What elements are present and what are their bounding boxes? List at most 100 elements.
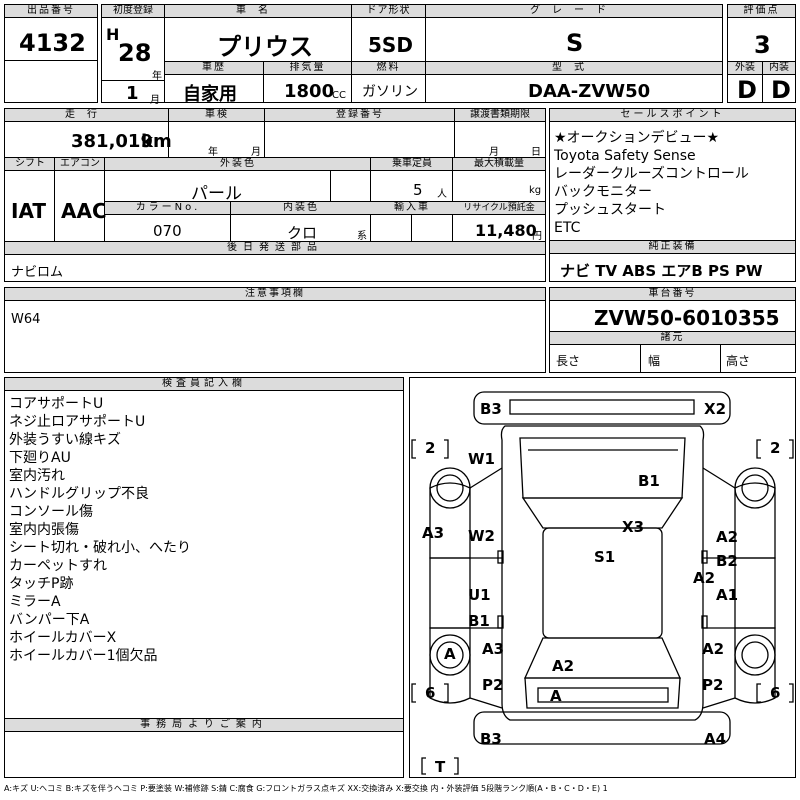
person-unit: 人 bbox=[437, 189, 447, 200]
sales-points-list: ★オークションデビュー★ Toyota Safety Sense レーダークルーズコ… bbox=[554, 129, 749, 237]
car-name-cell: 車名 プリウス bbox=[164, 4, 352, 62]
month-unit: 月 bbox=[150, 95, 160, 106]
recycle-label: リサイクル預託金 bbox=[453, 202, 545, 215]
insp-year-unit: 年 bbox=[208, 147, 218, 158]
history-value: 自家用 bbox=[183, 84, 237, 105]
mark-a1: A1 bbox=[716, 586, 739, 604]
inspector-note-item: コンソール傷 bbox=[9, 504, 93, 520]
ext-color-label: 外装色 bbox=[105, 158, 371, 171]
year-value: 28 bbox=[118, 39, 152, 67]
inspector-block: 検査員記入欄 コアサポートU ネジ止ロアサポートU 外装うすい線キズ 下廻りAU 室内汚… bbox=[4, 377, 404, 719]
mark-x3: X3 bbox=[622, 518, 645, 536]
car-diagram: B3 X2 2 2 W1 B1 A3 X3 W2 A2 S1 B2 A2 U1 … bbox=[409, 377, 796, 778]
office-label: 事務局よりご案内 bbox=[5, 719, 403, 732]
chassis-value: ZVW50-6010355 bbox=[594, 306, 780, 330]
inspector-label: 検査員記入欄 bbox=[5, 378, 403, 391]
lot-no-label: 出品番号 bbox=[5, 5, 97, 18]
inspector-note-item: 外装うすい線キズ bbox=[9, 432, 121, 448]
mark-a2-rf: A2 bbox=[716, 528, 739, 546]
lot-no-value: 4132 bbox=[19, 29, 86, 57]
fuel-value: ガソリン bbox=[362, 84, 418, 100]
max-load-label: 最大積載量 bbox=[453, 158, 545, 171]
displacement-value: 1800 bbox=[284, 81, 335, 102]
transfer-day-unit: 日 bbox=[531, 147, 541, 158]
fuel-cell: 燃料 ガソリン bbox=[351, 61, 426, 103]
model-value: DAA-ZVW50 bbox=[528, 81, 651, 102]
inspector-note-item: タッチP跡 bbox=[9, 576, 74, 592]
mark-b3-top: B3 bbox=[480, 400, 502, 418]
genuine-value: ナビ TV ABS エアB PS PW bbox=[560, 262, 763, 280]
specs-label: 諸元 bbox=[550, 332, 795, 345]
genuine-label: 純正装備 bbox=[550, 241, 795, 254]
mark-a4: A4 bbox=[704, 730, 727, 748]
sales-point-item: Toyota Safety Sense bbox=[554, 148, 696, 164]
mileage-label: 走行 bbox=[5, 109, 169, 122]
interior-value: D bbox=[771, 76, 791, 104]
door-label: ドア形状 bbox=[352, 5, 425, 18]
lot-no-cell: 出品番号 4132 bbox=[4, 4, 98, 61]
later-parts-value: ナビロム bbox=[11, 265, 64, 280]
chassis-block: 車台番号 ZVW50-6010355 諸元 長さ 幅 高さ bbox=[549, 287, 796, 373]
mark-tire-lr: 6 bbox=[425, 684, 436, 702]
mark-b1-lr: B1 bbox=[468, 612, 490, 630]
history-cell: 車歴 自家用 bbox=[164, 61, 264, 105]
exterior-label: 外装 bbox=[728, 62, 762, 75]
sales-point-item: レーダークルーズコントロール bbox=[554, 166, 749, 182]
mark-w2: W2 bbox=[468, 527, 495, 545]
sales-point-item: ★オークションデビュー★ bbox=[554, 130, 720, 146]
score-label: 評価点 bbox=[728, 5, 795, 18]
mark-a-rear: A bbox=[550, 687, 562, 705]
mark-p2-right: P2 bbox=[702, 676, 724, 694]
model-cell: 型式 DAA-ZVW50 bbox=[425, 61, 723, 103]
mark-tire-rf: 2 bbox=[770, 439, 781, 457]
grade-label: グレード bbox=[426, 5, 722, 18]
color-no-label: カラーNo. bbox=[105, 202, 231, 215]
model-label: 型式 bbox=[426, 62, 722, 75]
mark-tire-lf: 2 bbox=[425, 439, 436, 457]
exterior-value: D bbox=[737, 76, 757, 104]
caution-label: 注意事項欄 bbox=[5, 288, 545, 301]
mark-u1: U1 bbox=[468, 586, 491, 604]
interior-label: 内装 bbox=[763, 62, 795, 75]
score-value: 3 bbox=[754, 31, 771, 59]
first-reg-label: 初度登録 bbox=[102, 5, 164, 18]
ac-value: AAC bbox=[61, 199, 107, 223]
int-color-value: クロ bbox=[287, 224, 318, 242]
kei-unit: 系 bbox=[357, 231, 367, 242]
inspector-note-item: 室内汚れ bbox=[9, 468, 65, 484]
details-block: 走行 車検 登録番号 譲渡書類期限 381,019 km 年 月 月 日 シフト… bbox=[4, 108, 546, 282]
import-label: 輸入車 bbox=[371, 202, 453, 215]
grade-value: S bbox=[566, 29, 584, 57]
sales-points-block: セールスポイント ★オークションデビュー★ Toyota Safety Sense… bbox=[549, 108, 796, 241]
displacement-cell: 排気量 1800 CC bbox=[263, 61, 352, 103]
color-no-value: 070 bbox=[153, 222, 182, 240]
month-value: 1 bbox=[126, 83, 139, 104]
grade-cell: グレード S bbox=[425, 4, 723, 62]
inspector-note-item: ネジ止ロアサポートU bbox=[9, 414, 146, 430]
exterior-cell: 外装 D bbox=[727, 61, 763, 104]
door-cell: ドア形状 5SD bbox=[351, 4, 426, 62]
recycle-value: 11,480 bbox=[475, 221, 537, 240]
sales-point-item: プッシュスタート bbox=[554, 202, 666, 218]
height-label: 高さ bbox=[726, 354, 751, 368]
caution-block: 注意事項欄 W64 bbox=[4, 287, 546, 373]
inspection-label: 車検 bbox=[169, 109, 265, 122]
yen-unit: 円 bbox=[532, 231, 542, 242]
sales-point-item: バックモニター bbox=[554, 184, 652, 200]
inspector-note-item: ミラーA bbox=[9, 594, 61, 610]
sales-points-label: セールスポイント bbox=[550, 109, 795, 122]
interior-cell: 内装 D bbox=[762, 61, 796, 104]
inspector-note-item: ホイールカバー1個欠品 bbox=[9, 648, 158, 664]
mark-p2-left: P2 bbox=[482, 676, 504, 694]
later-parts-label: 後日発送部品 bbox=[5, 242, 545, 255]
genuine-block: 純正装備 ナビ TV ABS エアB PS PW bbox=[549, 240, 796, 282]
width-label: 幅 bbox=[648, 354, 661, 368]
mark-b1-roof: B1 bbox=[638, 472, 660, 490]
lot-blank-cell bbox=[4, 60, 98, 103]
shift-label: シフト bbox=[5, 158, 55, 171]
mark-tire-rr: 6 bbox=[770, 684, 781, 702]
mark-a3-lr: A3 bbox=[482, 640, 505, 658]
car-outline-svg bbox=[411, 391, 794, 775]
mark-t: T bbox=[435, 758, 446, 776]
shift-value: IAT bbox=[11, 199, 47, 223]
